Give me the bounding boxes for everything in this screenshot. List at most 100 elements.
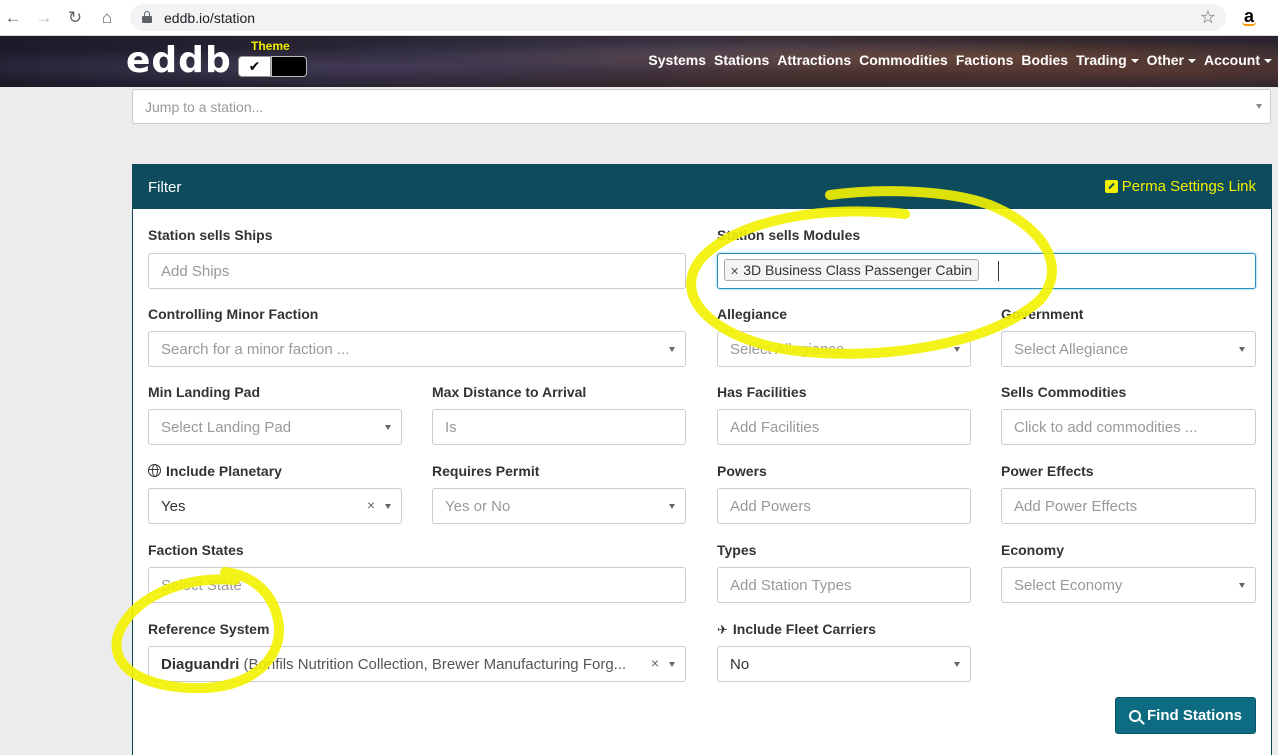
find-stations-button[interactable]: Find Stations (1115, 697, 1256, 734)
max-distance-placeholder: Is (445, 419, 457, 436)
clear-icon[interactable]: × (367, 497, 375, 513)
plane-icon: ✈ (717, 622, 728, 637)
theme-light-button[interactable]: ✔ (238, 56, 271, 77)
nav-systems[interactable]: Systems (648, 52, 706, 68)
nav-trading-dropdown[interactable]: Trading (1076, 52, 1139, 68)
fleet-label: ✈ Include Fleet Carriers (717, 621, 876, 638)
reload-icon[interactable]: ↻ (64, 7, 86, 29)
address-bar[interactable]: eddb.io/station ☆ (130, 4, 1226, 31)
faction-label: Controlling Minor Faction (148, 306, 319, 322)
chevron-down-icon (954, 347, 960, 352)
nav-commodities[interactable]: Commodities (859, 52, 948, 68)
perma-settings-link[interactable]: Perma Settings Link (1104, 178, 1256, 195)
facilities-label: Has Facilities (717, 384, 807, 400)
nav-account-dropdown[interactable]: Account (1204, 52, 1272, 68)
reference-system-select[interactable]: Diaguandri (Bonfils Nutrition Collection… (148, 646, 686, 682)
government-label: Government (1001, 306, 1084, 322)
chevron-down-icon (1239, 583, 1245, 588)
powers-placeholder: Add Powers (730, 498, 811, 515)
nav-account-label: Account (1204, 52, 1260, 68)
commodities-placeholder: Click to add commodities ... (1014, 419, 1198, 436)
back-icon[interactable]: ← (2, 7, 24, 29)
permit-select[interactable]: Yes or No (432, 488, 686, 524)
planetary-value: Yes (161, 498, 186, 515)
text-cursor (998, 261, 999, 281)
external-link-icon (1104, 180, 1118, 193)
chevron-down-icon (669, 504, 675, 509)
globe-icon (148, 464, 161, 477)
landing-pad-select[interactable]: Select Landing Pad (148, 409, 402, 445)
site-logo[interactable]: eddb (126, 43, 232, 79)
planetary-select[interactable]: Yes × (148, 488, 402, 524)
landing-pad-placeholder: Select Landing Pad (161, 419, 292, 436)
fleet-label-text: Include Fleet Carriers (732, 621, 877, 637)
nav-other-label: Other (1146, 52, 1184, 68)
powers-label: Powers (717, 463, 767, 479)
faction-placeholder: Search for a minor faction ... (161, 341, 350, 358)
reference-value: Diaguandri (Bonfils Nutrition Collection… (161, 656, 631, 673)
modules-label: Station sells Modules (717, 227, 861, 243)
jump-to-station-select[interactable]: Jump to a station... (132, 89, 1271, 124)
nav-factions[interactable]: Factions (956, 52, 1014, 68)
search-icon (1129, 709, 1141, 722)
planetary-label: Include Planetary (148, 463, 282, 479)
ships-label: Station sells Ships (148, 227, 273, 243)
facilities-placeholder: Add Facilities (730, 419, 820, 436)
url-text: eddb.io/station (164, 10, 256, 26)
site-header: eddb Theme ✔ Systems Stations Attraction… (0, 36, 1278, 87)
chevron-down-icon (1130, 59, 1139, 64)
landing-pad-label: Min Landing Pad (148, 384, 260, 400)
nav-stations[interactable]: Stations (714, 52, 769, 68)
economy-label: Economy (1001, 542, 1065, 558)
chevron-down-icon (1188, 59, 1196, 64)
power-effects-input[interactable]: Add Power Effects (1001, 488, 1256, 524)
reference-system-detail: (Bonfils Nutrition Collection, Brewer Ma… (239, 656, 627, 673)
filter-title: Filter (148, 179, 182, 196)
commodities-label: Sells Commodities (1001, 384, 1127, 400)
find-stations-label: Find Stations (1147, 707, 1242, 724)
nav-trading-label: Trading (1076, 52, 1127, 68)
clear-icon[interactable]: × (651, 655, 659, 671)
module-tag: ✕ 3D Business Class Passenger Cabin (724, 259, 979, 281)
types-input[interactable]: Add Station Types (717, 567, 971, 603)
chevron-down-icon (669, 347, 675, 352)
max-distance-input[interactable]: Is (432, 409, 686, 445)
nav-bodies[interactable]: Bodies (1021, 52, 1068, 68)
faction-states-input[interactable]: Select State (148, 567, 686, 603)
chevron-down-icon (954, 662, 960, 667)
perma-link-text: Perma Settings Link (1121, 178, 1256, 195)
home-icon[interactable]: ⌂ (96, 7, 118, 29)
economy-placeholder: Select Economy (1014, 577, 1123, 594)
nav-other-dropdown[interactable]: Other (1147, 52, 1196, 68)
fleet-select[interactable]: No (717, 646, 971, 682)
faction-select[interactable]: Search for a minor faction ... (148, 331, 686, 367)
fleet-value: No (730, 656, 750, 673)
jump-placeholder: Jump to a station... (145, 99, 264, 115)
permit-placeholder: Yes or No (445, 498, 511, 515)
max-distance-label: Max Distance to Arrival (432, 384, 587, 400)
powers-input[interactable]: Add Powers (717, 488, 971, 524)
star-icon[interactable]: ☆ (1200, 7, 1216, 28)
forward-icon[interactable]: → (33, 7, 55, 29)
theme-dark-button[interactable] (271, 56, 307, 77)
facilities-input[interactable]: Add Facilities (717, 409, 971, 445)
allegiance-label: Allegiance (717, 306, 788, 322)
remove-tag-icon[interactable]: ✕ (730, 266, 739, 278)
ships-placeholder: Add Ships (161, 263, 230, 280)
permit-label: Requires Permit (432, 463, 540, 479)
allegiance-select[interactable]: Select Allegiance (717, 331, 971, 367)
commodities-input[interactable]: Click to add commodities ... (1001, 409, 1256, 445)
economy-select[interactable]: Select Economy (1001, 567, 1256, 603)
modules-input[interactable]: ✕ 3D Business Class Passenger Cabin (717, 253, 1256, 289)
nav-attractions[interactable]: Attractions (777, 52, 851, 68)
ships-input[interactable]: Add Ships (148, 253, 686, 289)
power-effects-placeholder: Add Power Effects (1014, 498, 1138, 515)
chevron-down-icon (1256, 104, 1262, 109)
filter-panel-header: Filter Perma Settings Link (133, 165, 1271, 209)
reference-system-name: Diaguandri (161, 656, 240, 673)
amazon-icon[interactable]: a (1238, 6, 1260, 28)
government-select[interactable]: Select Allegiance (1001, 331, 1256, 367)
top-navigation: Systems Stations Attractions Commodities… (648, 52, 1272, 68)
types-label: Types (717, 542, 757, 558)
allegiance-placeholder: Select Allegiance (730, 341, 845, 358)
